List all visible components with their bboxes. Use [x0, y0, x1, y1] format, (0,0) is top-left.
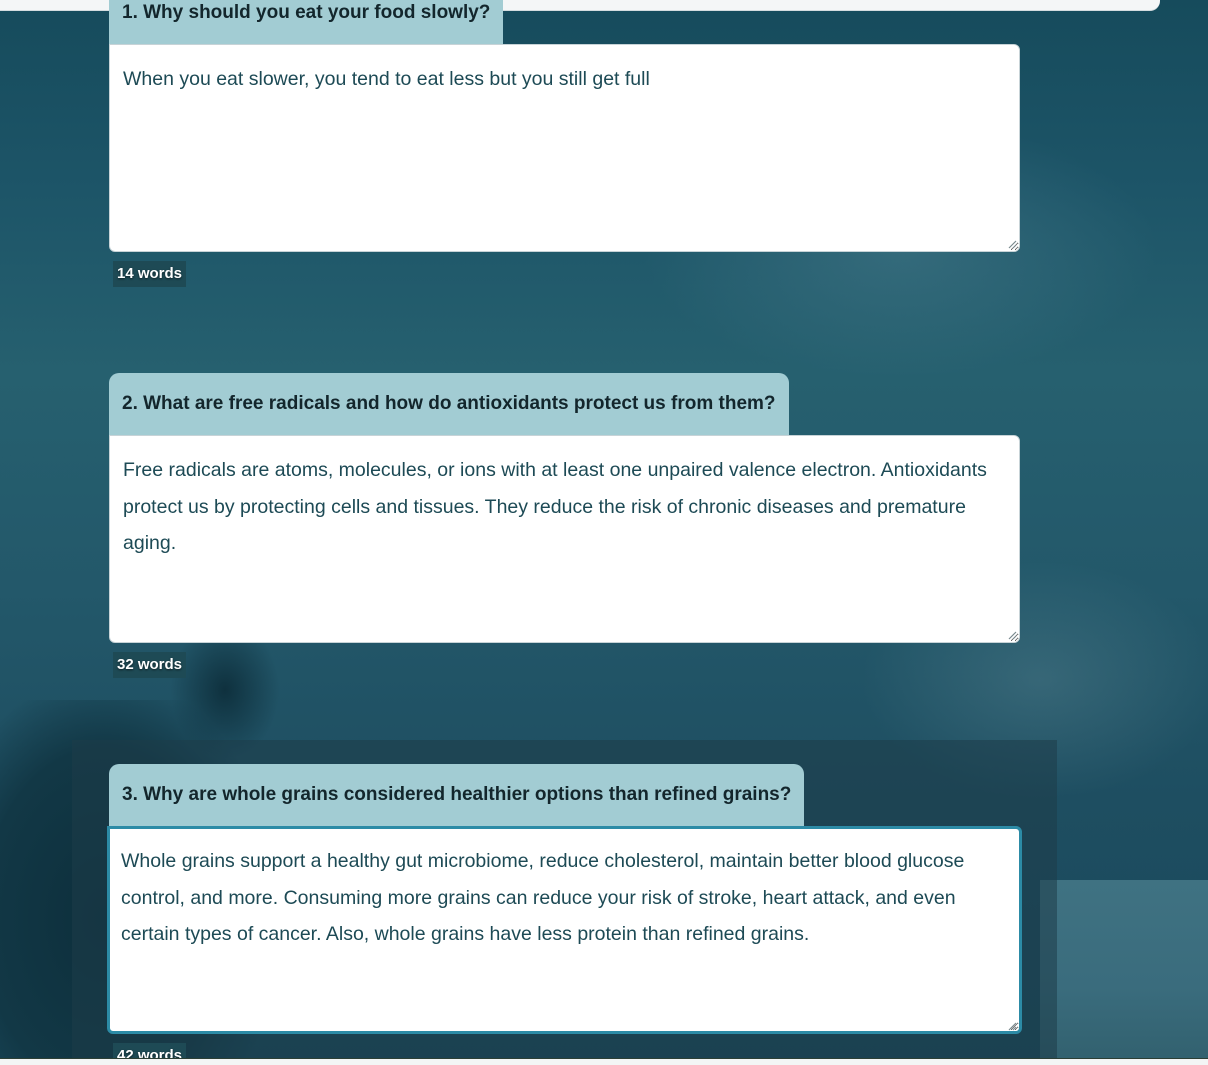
word-count: 32 words — [113, 652, 187, 678]
question-label: 3. Why are whole grains considered healt… — [109, 764, 805, 826]
question-block-2: 2. What are free radicals and how do ant… — [109, 373, 1020, 678]
word-count: 14 words — [113, 261, 187, 287]
background-sea — [1040, 880, 1208, 1060]
resize-handle-icon[interactable] — [1007, 1021, 1017, 1031]
question-block-1: 1. Why should you eat your food slowly? … — [109, 0, 1020, 287]
resize-handle-icon[interactable] — [1007, 239, 1017, 249]
answer-textarea[interactable]: When you eat slower, you tend to eat les… — [109, 44, 1020, 252]
answer-textarea-focused[interactable]: Whole grains support a healthy gut micro… — [107, 826, 1022, 1034]
answer-textarea[interactable]: Free radicals are atoms, molecules, or i… — [109, 435, 1020, 643]
question-block-3: 3. Why are whole grains considered healt… — [107, 764, 1022, 1065]
question-label: 1. Why should you eat your food slowly? — [109, 0, 504, 44]
resize-handle-icon[interactable] — [1007, 630, 1017, 640]
question-label: 2. What are free radicals and how do ant… — [109, 373, 789, 435]
window-bottom-edge — [0, 1058, 1208, 1065]
